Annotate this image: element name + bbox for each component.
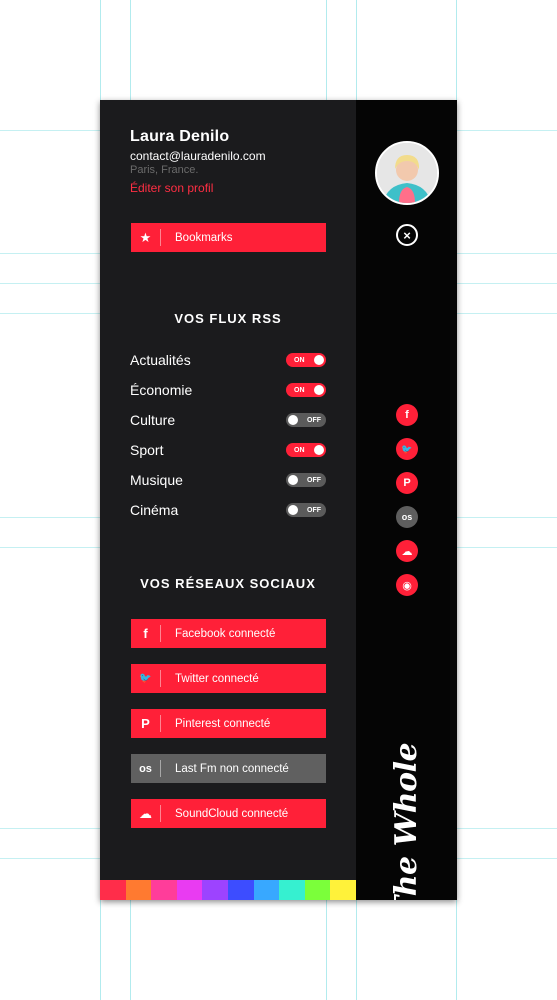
soundcloud-connect-button[interactable]: ☁ SoundCloud connecté (131, 799, 326, 828)
rss-feed-label: Actualités (130, 352, 191, 368)
soundcloud-label: SoundCloud connecté (175, 807, 289, 820)
soundcloud-icon: ☁ (139, 805, 152, 821)
pinterest-icon[interactable]: P (396, 472, 418, 494)
user-location: Paris, France. (130, 164, 199, 176)
rss-feed-row: Sport ON (130, 440, 326, 460)
facebook-icon: f (143, 626, 148, 641)
side-menu-panel: Laura Denilo contact@lauradenilo.com Par… (100, 100, 457, 900)
toggle-state: ON (294, 386, 305, 394)
color-swatch (151, 880, 177, 900)
color-swatch (227, 880, 254, 900)
rss-feed-toggle[interactable]: ON (286, 443, 326, 457)
rss-feed-label: Culture (130, 412, 176, 428)
close-button[interactable]: × (396, 224, 418, 246)
toggle-state: OFF (307, 476, 321, 484)
color-swatch (253, 880, 280, 900)
bookmarks-button[interactable]: ★ Bookmarks (131, 223, 326, 252)
user-name: Laura Denilo (130, 128, 230, 145)
rss-feed-row: Musique OFF (130, 470, 326, 490)
lastfm-label: Last Fm non connecté (175, 762, 289, 775)
rss-feed-toggle[interactable]: OFF (286, 503, 326, 517)
rss-feed-label: Cinéma (130, 502, 179, 518)
rss-feed-label: Musique (130, 472, 183, 488)
color-swatch (125, 880, 152, 900)
toggle-knob (314, 355, 324, 365)
rss-feed-toggle[interactable]: ON (286, 383, 326, 397)
rss-feed-row: Économie ON (130, 380, 326, 400)
avatar-image (377, 143, 437, 203)
facebook-label: Facebook connecté (175, 627, 276, 640)
toggle-knob (314, 445, 324, 455)
toggle-state: OFF (307, 506, 321, 514)
avatar[interactable] (375, 141, 439, 205)
rss-feed-toggle[interactable]: ON (286, 353, 326, 367)
edit-profile-link[interactable]: Éditer son profil (130, 181, 213, 195)
twitter-label: Twitter connecté (175, 672, 259, 685)
pinterest-label: Pinterest connecté (175, 717, 271, 730)
bookmarks-label: Bookmarks (175, 231, 233, 244)
brand-logo: The Whole (362, 742, 452, 900)
rss-feed-toggle[interactable]: OFF (286, 473, 326, 487)
lastfm-connect-button[interactable]: os Last Fm non connecté (131, 754, 326, 783)
facebook-connect-button[interactable]: f Facebook connecté (131, 619, 326, 648)
rss-feed-row: Actualités ON (130, 350, 326, 370)
user-email: contact@lauradenilo.com (130, 149, 266, 163)
rss-feed-row: Culture OFF (130, 410, 326, 430)
rss-feed-row: Cinéma OFF (130, 500, 326, 520)
color-swatch (330, 880, 356, 900)
soundcloud-icon[interactable]: ☁ (396, 540, 418, 562)
rss-section-title: VOS FLUX RSS (174, 311, 282, 326)
toggle-knob (314, 385, 324, 395)
toggle-knob (288, 475, 298, 485)
toggle-state: OFF (307, 416, 321, 424)
rss-icon[interactable]: ◉ (396, 574, 418, 596)
toggle-state: ON (294, 356, 305, 364)
color-swatch (304, 880, 331, 900)
twitter-icon: 🐦 (139, 673, 152, 684)
menu-main-column: Laura Denilo contact@lauradenilo.com Par… (100, 100, 356, 900)
rss-feed-label: Économie (130, 382, 193, 398)
brand-text: The Whole (389, 742, 425, 900)
color-swatch (279, 880, 305, 900)
rss-feed-toggle[interactable]: OFF (286, 413, 326, 427)
facebook-icon[interactable]: f (396, 404, 418, 426)
social-section-title: VOS RÉSEAUX SOCIAUX (140, 576, 316, 591)
toggle-state: ON (294, 446, 305, 454)
color-swatch (100, 880, 126, 900)
pinterest-connect-button[interactable]: P Pinterest connecté (131, 709, 326, 738)
twitter-icon[interactable]: 🐦 (396, 438, 418, 460)
rss-feed-label: Sport (130, 442, 164, 458)
pinterest-icon: P (141, 716, 150, 731)
lastfm-icon: os (139, 762, 152, 775)
color-swatch (176, 880, 203, 900)
color-swatch (202, 880, 228, 900)
toggle-knob (288, 505, 298, 515)
star-icon: ★ (139, 229, 152, 245)
twitter-connect-button[interactable]: 🐦 Twitter connecté (131, 664, 326, 693)
toggle-knob (288, 415, 298, 425)
rainbow-color-bar (100, 880, 356, 900)
lastfm-icon[interactable]: os (396, 506, 418, 528)
